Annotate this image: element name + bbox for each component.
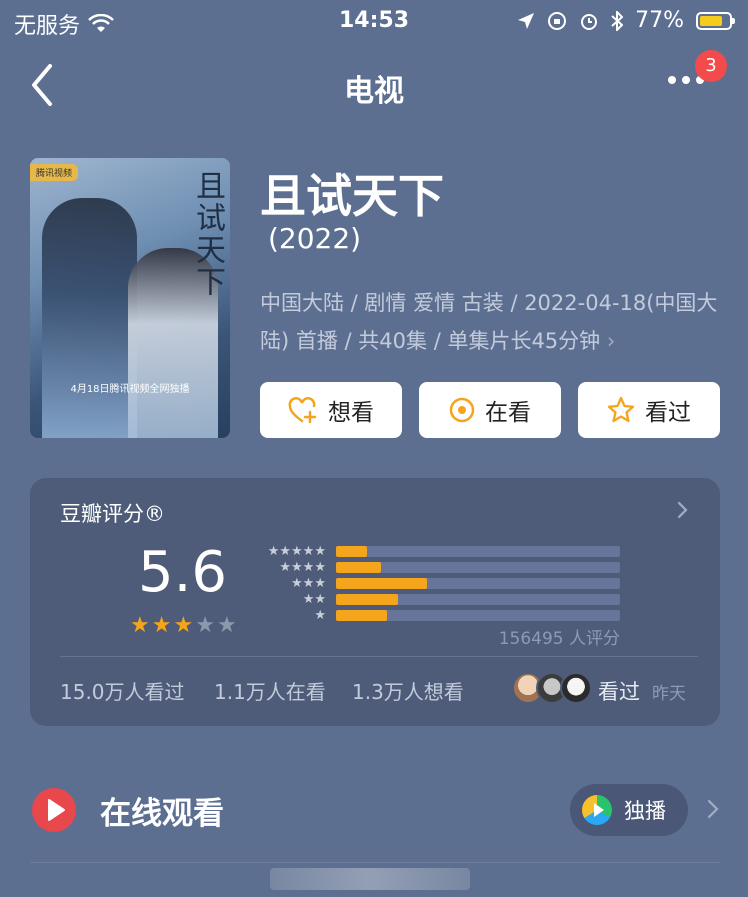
star-outline-icon bbox=[607, 396, 635, 423]
distribution-star-label: ★★★★ bbox=[279, 560, 326, 575]
rating-title: 豆瓣评分® bbox=[60, 502, 165, 526]
battery-fill bbox=[700, 15, 722, 26]
poster-corner-tag: 腾讯视频 bbox=[30, 164, 79, 181]
chevron-right-icon: › bbox=[606, 329, 616, 353]
heart-plus-icon bbox=[288, 397, 317, 424]
rating-score: 5.6 bbox=[138, 540, 228, 605]
exclusive-label: 独播 bbox=[624, 799, 666, 823]
distribution-star-label: ★★★★★ bbox=[267, 544, 326, 559]
stat-watching[interactable]: 1.1万人在看 bbox=[214, 676, 326, 705]
friend-avatars[interactable] bbox=[512, 672, 592, 704]
bluetooth-icon bbox=[611, 10, 624, 31]
rotation-lock-icon bbox=[548, 11, 567, 30]
star-filled-icon: ★ bbox=[130, 613, 150, 638]
play-icon[interactable] bbox=[32, 788, 76, 832]
online-watch-title[interactable]: 在线观看 bbox=[100, 788, 224, 833]
distribution-bar bbox=[336, 610, 388, 621]
distribution-bar bbox=[336, 578, 427, 589]
stat-watched[interactable]: 15.0万人看过 bbox=[60, 676, 185, 705]
show-meta[interactable]: 中国大陆 / 剧情 爱情 古装 / 2022-04-18(中国大陆) 首播 / … bbox=[260, 284, 722, 360]
distribution-bar bbox=[336, 562, 382, 573]
rating-chevron-icon[interactable] bbox=[676, 500, 690, 520]
tencent-video-icon bbox=[582, 795, 612, 825]
distribution-bar-track bbox=[336, 610, 620, 621]
watched-label: 看过 bbox=[645, 400, 691, 426]
section-divider bbox=[30, 862, 720, 863]
friends-seen-label: 看过 bbox=[598, 680, 640, 704]
watched-button[interactable]: 看过 bbox=[578, 382, 720, 438]
next-section-peek bbox=[270, 868, 470, 890]
target-icon bbox=[449, 397, 475, 423]
watching-button[interactable]: 在看 bbox=[419, 382, 561, 438]
page-title: 电视 bbox=[344, 74, 404, 109]
battery-percent: 77% bbox=[635, 8, 684, 33]
star-empty-icon: ★ bbox=[195, 613, 215, 638]
distribution-bar bbox=[336, 546, 368, 557]
want-to-watch-label: 想看 bbox=[328, 400, 374, 426]
distribution-star-label: ★★ bbox=[302, 592, 326, 607]
show-meta-text: 中国大陆 / 剧情 爱情 古装 / 2022-04-18(中国大陆) 首播 / … bbox=[260, 291, 718, 353]
poster-image[interactable]: 腾讯视频 且试天下 4月18日腾讯视频全网独播 bbox=[30, 158, 230, 438]
star-empty-icon: ★ bbox=[216, 613, 237, 638]
watching-label: 在看 bbox=[485, 400, 531, 426]
rating-stars: ★ ★ ★ ★ ★ bbox=[130, 615, 237, 637]
distribution-bar-track bbox=[336, 594, 620, 605]
want-to-watch-button[interactable]: 想看 bbox=[260, 382, 402, 438]
alarm-icon bbox=[581, 13, 598, 30]
show-title: 且试天下 bbox=[260, 169, 444, 223]
exclusive-platform-button[interactable]: 独播 bbox=[570, 784, 688, 836]
friends-seen-time: 昨天 bbox=[652, 684, 686, 704]
distribution-star-label: ★★★ bbox=[291, 576, 326, 591]
rating-count: 156495 人评分 bbox=[498, 629, 620, 649]
distribution-bar bbox=[336, 594, 399, 605]
poster-vertical-title: 且试天下 bbox=[190, 170, 225, 298]
status-icons: 77% bbox=[517, 8, 735, 33]
location-icon bbox=[518, 12, 535, 29]
play-triangle-icon bbox=[48, 799, 65, 821]
star-filled-icon: ★ bbox=[173, 613, 194, 638]
distribution-bar-track bbox=[336, 546, 620, 557]
distribution-star-label: ★ bbox=[314, 608, 326, 623]
notification-badge: 3 bbox=[695, 50, 727, 82]
distribution-bar-track bbox=[336, 578, 620, 589]
star-filled-icon: ★ bbox=[151, 613, 172, 638]
poster-caption: 4月18日腾讯视频全网独播 bbox=[70, 384, 190, 395]
distribution-bar-track bbox=[336, 562, 620, 573]
show-year: (2022) bbox=[268, 222, 362, 255]
battery-icon bbox=[696, 11, 735, 30]
stat-want[interactable]: 1.3万人想看 bbox=[352, 676, 464, 705]
online-chevron-icon[interactable] bbox=[706, 798, 720, 820]
rating-divider bbox=[60, 656, 698, 657]
poster-figure-male bbox=[42, 198, 137, 438]
avatar bbox=[560, 672, 592, 704]
